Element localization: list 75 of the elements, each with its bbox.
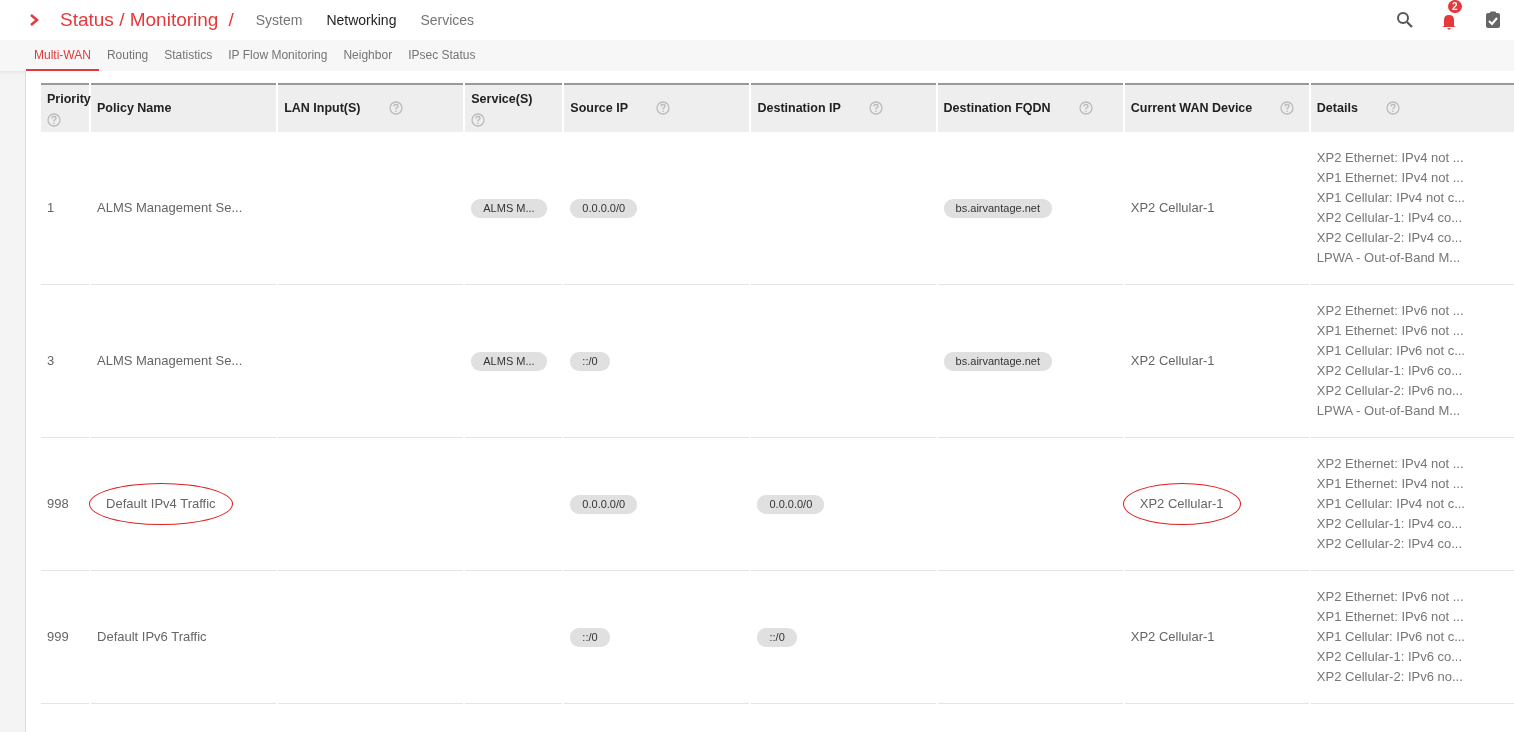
fqdn-tag: bs.airvantage.net — [943, 199, 1052, 218]
column-header: Details — [1316, 100, 1358, 117]
source-ip-tag: ::/0 — [570, 352, 610, 371]
detail-line: XP2 Ethernet: IPv4 not ... — [1316, 454, 1465, 473]
detail-line: XP1 Cellular: IPv4 not c... — [1316, 188, 1466, 207]
policy-name: Default IPv4 Traffic — [89, 483, 233, 525]
destination-ip-tag: ::/0 — [757, 628, 797, 647]
sub-tab[interactable]: IP Flow Monitoring — [220, 40, 336, 71]
help-icon[interactable] — [471, 112, 486, 127]
column-header: Priority — [47, 91, 91, 108]
help-icon[interactable] — [388, 101, 403, 116]
policy-name: Default IPv6 Traffic — [97, 628, 207, 646]
help-icon[interactable] — [868, 101, 883, 116]
source-ip-tag: 0.0.0.0/0 — [570, 199, 638, 218]
column-header: Destination FQDN — [943, 100, 1051, 117]
detail-line: LPWA - Out-of-Band M... — [1316, 248, 1462, 267]
sub-tab[interactable]: IPsec Status — [400, 40, 484, 71]
sub-tab[interactable]: Routing — [98, 40, 157, 71]
detail-line: XP1 Cellular: IPv6 not c... — [1316, 341, 1466, 360]
detail-line: XP1 Ethernet: IPv6 not ... — [1316, 607, 1465, 626]
nav-tab[interactable]: System — [243, 9, 315, 31]
destination-ip-tag: 0.0.0.0/0 — [757, 495, 825, 514]
source-ip-tag: ::/0 — [570, 628, 610, 647]
wan-device: XP2 Cellular-1 — [1130, 199, 1215, 217]
help-icon[interactable] — [1385, 101, 1400, 116]
help-icon[interactable] — [47, 112, 61, 127]
help-icon[interactable] — [1078, 101, 1093, 116]
help-icon[interactable] — [1280, 101, 1295, 116]
breadcrumb-title: Status / Monitoring — [60, 7, 219, 32]
priority-cell-text: 3 — [47, 352, 55, 370]
policy-name: ALMS Management Se... — [97, 352, 243, 370]
detail-line: XP1 Ethernet: IPv4 not ... — [1316, 168, 1465, 187]
clipboard-check-icon[interactable] — [1484, 11, 1502, 29]
detail-line: XP2 Cellular-2: IPv4 co... — [1316, 228, 1464, 247]
wan-device: XP2 Cellular-1 — [1130, 628, 1215, 646]
detail-line: XP2 Cellular-2: IPv6 no... — [1316, 381, 1464, 400]
fqdn-tag: bs.airvantage.net — [943, 352, 1052, 371]
detail-line: XP2 Ethernet: IPv4 not ... — [1316, 148, 1465, 167]
notification-count: 2 — [1448, 0, 1462, 13]
sub-tab[interactable]: Neighbor — [335, 40, 401, 71]
detail-line: XP2 Cellular-1: IPv6 co... — [1316, 647, 1464, 666]
detail-line: XP2 Ethernet: IPv6 not ... — [1316, 587, 1465, 606]
detail-line: XP1 Cellular: IPv4 not c... — [1316, 494, 1466, 513]
column-header: LAN Input(S) — [284, 100, 361, 117]
nav-tab[interactable]: Networking — [314, 9, 409, 31]
source-ip-tag: 0.0.0.0/0 — [570, 495, 638, 514]
column-header: Source IP — [570, 100, 628, 117]
priority-cell-text: 999 — [47, 628, 69, 646]
breadcrumb-separator: / — [228, 7, 234, 32]
detail-line: XP2 Cellular-1: IPv4 co... — [1316, 514, 1464, 533]
column-header: Service(S) — [471, 91, 533, 108]
detail-line: XP2 Cellular-1: IPv4 co... — [1316, 208, 1464, 227]
service-tag: ALMS M... — [471, 199, 547, 218]
policy-name: ALMS Management Se... — [97, 199, 243, 217]
detail-line: XP2 Cellular-1: IPv6 co... — [1316, 361, 1464, 380]
wan-device: XP2 Cellular-1 — [1130, 352, 1215, 370]
detail-line: XP1 Ethernet: IPv4 not ... — [1316, 474, 1465, 493]
search-icon[interactable] — [1396, 11, 1414, 29]
detail-line: XP2 Cellular-2: IPv6 no... — [1316, 667, 1464, 686]
priority-cell-text: 1 — [47, 199, 55, 217]
help-icon[interactable] — [656, 101, 670, 116]
detail-line: XP2 Ethernet: IPv6 not ... — [1316, 301, 1465, 320]
detail-line: XP2 Cellular-2: IPv4 co... — [1316, 534, 1464, 553]
wan-device: XP2 Cellular-1 — [1122, 483, 1241, 525]
column-header: Policy Name — [91, 83, 277, 132]
detail-line: XP1 Cellular: IPv6 not c... — [1316, 627, 1466, 646]
service-tag: ALMS M... — [471, 352, 547, 371]
column-header: Destination IP — [757, 100, 841, 117]
detail-line: LPWA - Out-of-Band M... — [1316, 401, 1462, 420]
chevron-icon[interactable] — [28, 13, 40, 27]
detail-line: XP1 Ethernet: IPv6 not ... — [1316, 321, 1465, 340]
priority-cell-text: 998 — [47, 495, 69, 513]
sub-tab[interactable]: Statistics — [156, 40, 221, 71]
nav-tab[interactable]: Services — [408, 9, 487, 31]
column-header: Current WAN Device — [1130, 100, 1253, 117]
